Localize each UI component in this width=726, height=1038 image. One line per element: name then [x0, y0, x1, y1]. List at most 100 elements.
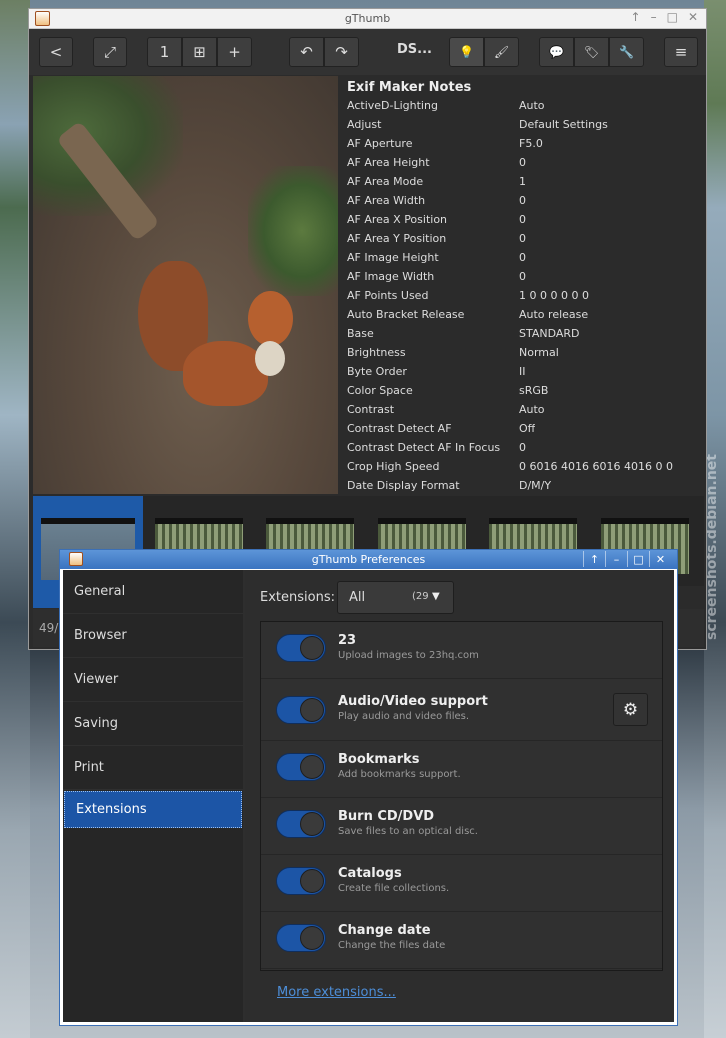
- exif-row[interactable]: Adjust Default Settings: [340, 115, 704, 134]
- exif-row[interactable]: Color Space sRGB: [340, 381, 704, 400]
- exif-row[interactable]: ActiveD-Lighting Auto: [340, 96, 704, 115]
- bulb-icon: 💡: [459, 45, 474, 59]
- sidebar-item-print[interactable]: Print: [63, 746, 243, 790]
- exif-key: Auto Bracket Release: [347, 308, 465, 321]
- exif-value: Auto release: [519, 308, 589, 321]
- comment-button[interactable]: 💬: [539, 37, 574, 67]
- sidebar-item-extensions[interactable]: Extensions: [64, 791, 242, 828]
- exif-row[interactable]: Date Display Format D/M/Y: [340, 476, 704, 495]
- wrench-icon: 🔧: [619, 45, 634, 59]
- window-keep-above-icon[interactable]: ↑: [631, 10, 641, 24]
- minimize-icon[interactable]: –: [605, 551, 627, 567]
- exif-row[interactable]: Contrast Detect AF In Focus 0: [340, 438, 704, 457]
- toggle-knob: [300, 698, 324, 722]
- tag-button[interactable]: 🏷: [574, 37, 609, 67]
- exif-row[interactable]: AF Image Width 0: [340, 267, 704, 286]
- exif-key: AF Image Height: [347, 251, 439, 264]
- main-titlebar[interactable]: gThumb ↑ – □ ✕: [29, 9, 706, 29]
- rotate-left-button[interactable]: ↶: [289, 37, 324, 67]
- fullscreen-icon: ⤢: [103, 43, 116, 61]
- exif-key: Base: [347, 327, 374, 340]
- zoom-fit-button[interactable]: ⊞: [182, 37, 217, 67]
- exif-row[interactable]: AF Area Mode 1: [340, 172, 704, 191]
- exif-row[interactable]: Contrast Auto: [340, 400, 704, 419]
- keep-above-icon[interactable]: ↑: [583, 551, 605, 567]
- close-icon[interactable]: ✕: [649, 551, 671, 567]
- extension-settings-button[interactable]: ⚙: [613, 693, 648, 726]
- window-maximize-icon[interactable]: □: [667, 10, 678, 24]
- exif-row[interactable]: Base STANDARD: [340, 324, 704, 343]
- exif-row[interactable]: AF Points Used 1 0 0 0 0 0 0: [340, 286, 704, 305]
- extension-name: 23: [338, 633, 357, 648]
- exif-row[interactable]: Crop High Speed 0 6016 4016 6016 4016 0 0: [340, 457, 704, 476]
- extension-toggle[interactable]: [276, 924, 326, 952]
- exif-row[interactable]: Contrast Detect AF Off: [340, 419, 704, 438]
- dialog-window-controls: ↑ – □ ✕: [583, 551, 671, 567]
- sidebar-item-viewer[interactable]: Viewer: [63, 658, 243, 702]
- exif-value: Normal: [519, 346, 559, 359]
- extensions-filter-dropdown[interactable]: All (29 ▼: [337, 581, 454, 614]
- extension-toggle[interactable]: [276, 810, 326, 838]
- exif-key: AF Image Width: [347, 270, 435, 283]
- back-button[interactable]: <: [39, 37, 73, 67]
- exif-value: 0: [519, 194, 526, 207]
- back-icon: <: [49, 43, 63, 61]
- exif-key: ActiveD-Lighting: [347, 99, 438, 112]
- extension-toggle[interactable]: [276, 634, 326, 662]
- zoom-in-button[interactable]: +: [217, 37, 252, 67]
- exif-row[interactable]: AF Aperture F5.0: [340, 134, 704, 153]
- edit-button[interactable]: 🖌: [484, 37, 519, 67]
- sidebar-item-saving[interactable]: Saving: [63, 702, 243, 746]
- exif-row[interactable]: AF Area Y Position 0: [340, 229, 704, 248]
- exif-row[interactable]: AF Area Height 0: [340, 153, 704, 172]
- exif-value: STANDARD: [519, 327, 580, 340]
- photo-grass-right: [248, 166, 338, 296]
- preferences-dialog: gThumb Preferences ↑ – □ ✕ General Brows…: [59, 549, 678, 1026]
- exif-section-title: Exif Maker Notes: [347, 80, 472, 95]
- exif-value: sRGB: [519, 384, 549, 397]
- preferences-titlebar[interactable]: gThumb Preferences ↑ – □ ✕: [60, 550, 677, 569]
- window-controls: ↑ – □ ✕: [631, 10, 698, 24]
- rotate-right-icon: ↷: [335, 43, 348, 61]
- extension-description: Add bookmarks support.: [338, 769, 461, 780]
- exif-row[interactable]: Byte Order II: [340, 362, 704, 381]
- preferences-title: gThumb Preferences: [311, 553, 426, 566]
- exif-table: ActiveD-Lighting Auto Adjust Default Settin…: [340, 96, 704, 495]
- more-extensions-link[interactable]: More extensions...: [277, 985, 396, 1000]
- exif-key: Color Space: [347, 384, 413, 397]
- window-minimize-icon[interactable]: –: [651, 10, 657, 24]
- maximize-icon[interactable]: □: [627, 551, 649, 567]
- exif-row[interactable]: Brightness Normal: [340, 343, 704, 362]
- exif-key: Contrast: [347, 403, 395, 416]
- tools-button[interactable]: 🔧: [609, 37, 644, 67]
- window-close-icon[interactable]: ✕: [688, 10, 698, 24]
- current-filename: DS...: [397, 42, 432, 57]
- extension-toggle[interactable]: [276, 867, 326, 895]
- main-menu-button[interactable]: ≡: [664, 37, 698, 67]
- exif-value: D/M/Y: [519, 479, 552, 492]
- photo-squirrel-belly: [255, 341, 285, 376]
- exif-row[interactable]: AF Area Width 0: [340, 191, 704, 210]
- sidebar-item-general[interactable]: General: [63, 570, 243, 614]
- extension-toggle[interactable]: [276, 696, 326, 724]
- main-window-title: gThumb: [344, 12, 391, 25]
- adjust-button[interactable]: 💡: [449, 37, 484, 67]
- exif-row[interactable]: AF Image Height 0: [340, 248, 704, 267]
- sidebar-item-browser[interactable]: Browser: [63, 614, 243, 658]
- extension-row: Catalogs Create file collections.: [261, 855, 662, 912]
- view-actual-size-button[interactable]: 1: [147, 37, 182, 67]
- image-viewer[interactable]: [33, 76, 338, 494]
- fullscreen-button[interactable]: ⤢: [93, 37, 127, 67]
- status-counter: 49/: [39, 621, 59, 635]
- extension-row: 23 Upload images to 23hq.com: [261, 622, 662, 679]
- exif-key: Date Display Format: [347, 479, 460, 492]
- toggle-knob: [300, 812, 324, 836]
- exif-row[interactable]: Auto Bracket Release Auto release: [340, 305, 704, 324]
- filter-count: (29: [412, 591, 429, 602]
- exif-row[interactable]: AF Area X Position 0: [340, 210, 704, 229]
- extension-toggle[interactable]: [276, 753, 326, 781]
- exif-key: Crop High Speed: [347, 460, 440, 473]
- rotate-right-button[interactable]: ↷: [324, 37, 359, 67]
- extension-description: Change the files date: [338, 940, 446, 951]
- exif-value: 1 0 0 0 0 0 0: [519, 289, 589, 302]
